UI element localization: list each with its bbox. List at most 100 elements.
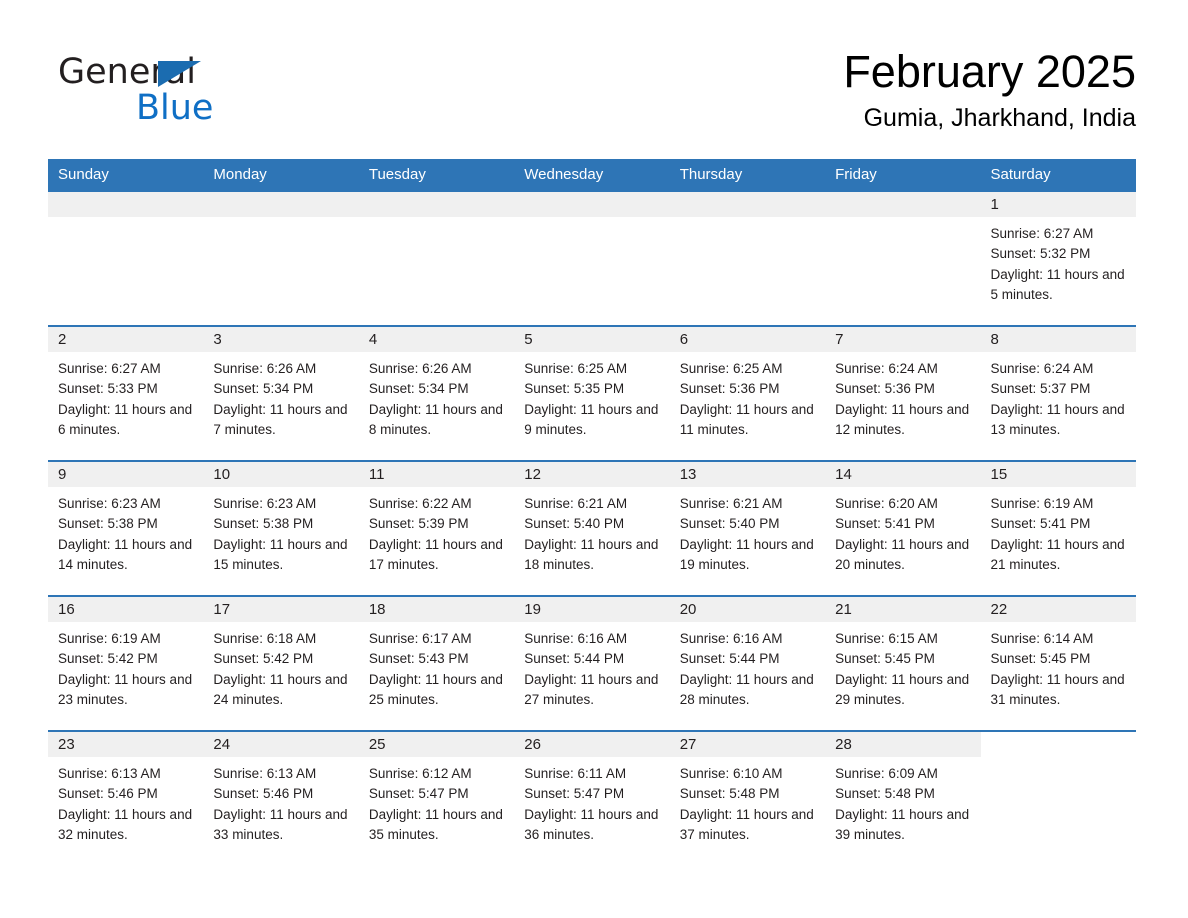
- calendar-day-cell[interactable]: 16 Sunrise: 6:19 AM Sunset: 5:42 PM Dayligh…: [48, 595, 204, 731]
- sunrise-text: Sunrise: 6:22 AM: [368, 496, 472, 511]
- day-details: Sunrise: 6:16 AM Sunset: 5:44 PM Daylight:…: [670, 622, 825, 710]
- weekday-header-monday: Monday: [203, 159, 359, 192]
- calendar-day-cell[interactable]: 25 Sunrise: 6:12 AM Sunset: 5:47 PM Dayligh…: [358, 730, 515, 865]
- day-details: Sunrise: 6:19 AM Sunset: 5:41 PM Daylight:…: [981, 487, 1136, 575]
- day-details: Sunrise: 6:14 AM Sunset: 5:45 PM Daylight:…: [981, 622, 1136, 710]
- calendar-day-cell[interactable]: 11 Sunrise: 6:22 AM Sunset: 5:39 PM Dayligh…: [358, 460, 515, 596]
- day-details: Sunrise: 6:26 AM Sunset: 5:34 PM Daylight:…: [359, 352, 514, 440]
- calendar-cell-empty: [514, 192, 670, 326]
- calendar-day-cell[interactable]: 23 Sunrise: 6:13 AM Sunset: 5:46 PM Dayligh…: [48, 730, 204, 865]
- sunset-text: Sunset: 5:48 PM: [835, 786, 935, 802]
- sunset-text: Sunset: 5:32 PM: [990, 246, 1091, 262]
- calendar-cell-empty: [203, 192, 359, 326]
- calendar-day-cell[interactable]: 13 Sunrise: 6:21 AM Sunset: 5:40 PM Dayligh…: [669, 460, 826, 596]
- day-number: 11: [358, 462, 515, 487]
- calendar-day-cell[interactable]: 7 Sunrise: 6:24 AM Sunset: 5:36 PM Daylight…: [825, 325, 981, 461]
- daylight-text: Daylight: 11 hours and 39 minutes.: [835, 806, 970, 842]
- calendar-week-row: 16 Sunrise: 6:19 AM Sunset: 5:42 PM Dayligh…: [48, 595, 1136, 731]
- calendar-day-cell[interactable]: 14 Sunrise: 6:20 AM Sunset: 5:41 PM Dayligh…: [825, 460, 981, 596]
- calendar-header-row: Sunday Monday Tuesday Wednesday Thursday…: [48, 159, 1136, 192]
- day-number: 10: [203, 462, 359, 487]
- calendar-day-cell[interactable]: 9 Sunrise: 6:23 AM Sunset: 5:38 PM Daylight…: [48, 460, 204, 596]
- calendar-cell-empty: [980, 730, 1136, 865]
- daylight-text: Daylight: 11 hours and 28 minutes.: [679, 671, 814, 707]
- calendar-day-cell[interactable]: 27 Sunrise: 6:10 AM Sunset: 5:48 PM Dayligh…: [669, 730, 826, 865]
- sunset-text: Sunset: 5:36 PM: [835, 381, 935, 397]
- sunset-text: Sunset: 5:35 PM: [524, 381, 625, 397]
- calendar-day-cell[interactable]: 6 Sunrise: 6:25 AM Sunset: 5:36 PM Daylight…: [669, 325, 826, 461]
- calendar-day-cell[interactable]: 10 Sunrise: 6:23 AM Sunset: 5:38 PM Dayligh…: [203, 460, 359, 596]
- weekday-header-tuesday: Tuesday: [358, 159, 515, 192]
- daylight-text: Daylight: 11 hours and 27 minutes.: [524, 671, 659, 707]
- calendar-day-cell[interactable]: 22 Sunrise: 6:14 AM Sunset: 5:45 PM Dayligh…: [980, 595, 1136, 731]
- sunrise-text: Sunrise: 6:16 AM: [679, 631, 783, 646]
- day-details: Sunrise: 6:12 AM Sunset: 5:47 PM Daylight:…: [359, 757, 514, 845]
- sunset-text: Sunset: 5:40 PM: [524, 516, 625, 532]
- day-number: [514, 192, 670, 217]
- sunset-text: Sunset: 5:41 PM: [990, 516, 1091, 532]
- calendar-day-cell[interactable]: 8 Sunrise: 6:24 AM Sunset: 5:37 PM Daylight…: [980, 325, 1136, 461]
- calendar-day-cell[interactable]: 15 Sunrise: 6:19 AM Sunset: 5:41 PM Dayligh…: [980, 460, 1136, 596]
- calendar-grid: Sunday Monday Tuesday Wednesday Thursday…: [48, 159, 1136, 865]
- day-number: 28: [825, 732, 981, 757]
- calendar-day-cell[interactable]: 3 Sunrise: 6:26 AM Sunset: 5:34 PM Daylight…: [203, 325, 359, 461]
- calendar-day-cell[interactable]: 24 Sunrise: 6:13 AM Sunset: 5:46 PM Dayligh…: [203, 730, 359, 865]
- calendar-day-cell[interactable]: 2 Sunrise: 6:27 AM Sunset: 5:33 PM Daylight…: [48, 325, 204, 461]
- weekday-header-thursday: Thursday: [669, 159, 826, 192]
- sunrise-text: Sunrise: 6:26 AM: [368, 361, 472, 376]
- daylight-text: Daylight: 11 hours and 11 minutes.: [679, 401, 814, 437]
- day-number: 4: [358, 327, 515, 352]
- sunset-text: Sunset: 5:38 PM: [213, 516, 314, 532]
- daylight-text: Daylight: 11 hours and 17 minutes.: [368, 536, 503, 572]
- daylight-text: Daylight: 11 hours and 8 minutes.: [368, 401, 503, 437]
- calendar-day-cell[interactable]: 26 Sunrise: 6:11 AM Sunset: 5:47 PM Dayligh…: [514, 730, 670, 865]
- calendar-day-cell[interactable]: 17 Sunrise: 6:18 AM Sunset: 5:42 PM Dayligh…: [203, 595, 359, 731]
- sunset-text: Sunset: 5:42 PM: [58, 651, 158, 667]
- day-details: Sunrise: 6:24 AM Sunset: 5:37 PM Daylight:…: [981, 352, 1136, 440]
- calendar-day-cell[interactable]: 28 Sunrise: 6:09 AM Sunset: 5:48 PM Dayligh…: [825, 730, 981, 865]
- daylight-text: Daylight: 11 hours and 21 minutes.: [990, 536, 1125, 572]
- day-details: Sunrise: 6:23 AM Sunset: 5:38 PM Daylight:…: [48, 487, 203, 575]
- daylight-text: Daylight: 11 hours and 31 minutes.: [990, 671, 1125, 707]
- sunrise-text: Sunrise: 6:25 AM: [524, 361, 628, 376]
- day-number: [358, 192, 515, 217]
- day-number: 23: [48, 732, 204, 757]
- location-subtitle: Gumia, Jharkhand, India: [863, 104, 1136, 132]
- sunset-text: Sunset: 5:47 PM: [368, 786, 469, 802]
- sunset-text: Sunset: 5:44 PM: [524, 651, 625, 667]
- weekday-header-friday: Friday: [825, 159, 981, 192]
- day-details: Sunrise: 6:21 AM Sunset: 5:40 PM Daylight:…: [670, 487, 825, 575]
- sunrise-text: Sunrise: 6:19 AM: [990, 496, 1094, 511]
- day-details: Sunrise: 6:09 AM Sunset: 5:48 PM Daylight:…: [825, 757, 980, 845]
- calendar-cell-empty: [825, 192, 981, 326]
- logo-triangle-icon: [158, 61, 201, 87]
- daylight-text: Daylight: 11 hours and 19 minutes.: [679, 536, 814, 572]
- calendar-day-cell[interactable]: 12 Sunrise: 6:21 AM Sunset: 5:40 PM Dayligh…: [514, 460, 670, 596]
- sunset-text: Sunset: 5:45 PM: [835, 651, 935, 667]
- daylight-text: Daylight: 11 hours and 37 minutes.: [679, 806, 814, 842]
- calendar-day-cell[interactable]: 5 Sunrise: 6:25 AM Sunset: 5:35 PM Daylight…: [514, 325, 670, 461]
- general-blue-logo[interactable]: General Blue: [58, 52, 318, 136]
- sunrise-text: Sunrise: 6:23 AM: [58, 496, 161, 511]
- day-details: Sunrise: 6:23 AM Sunset: 5:38 PM Daylight:…: [203, 487, 358, 575]
- page-header: General Blue February 2025 Gumia, Jharkh…: [48, 44, 1136, 144]
- calendar-day-cell[interactable]: 4 Sunrise: 6:26 AM Sunset: 5:34 PM Daylight…: [358, 325, 515, 461]
- sunrise-text: Sunrise: 6:13 AM: [58, 766, 161, 781]
- calendar-day-cell[interactable]: 1 Sunrise: 6:27 AM Sunset: 5:32 PM Daylight…: [980, 192, 1136, 326]
- calendar-day-cell[interactable]: 21 Sunrise: 6:15 AM Sunset: 5:45 PM Dayligh…: [825, 595, 981, 731]
- sunset-text: Sunset: 5:34 PM: [368, 381, 469, 397]
- calendar-day-cell[interactable]: 18 Sunrise: 6:17 AM Sunset: 5:43 PM Dayligh…: [358, 595, 515, 731]
- sunrise-text: Sunrise: 6:09 AM: [835, 766, 938, 781]
- calendar-day-cell[interactable]: 20 Sunrise: 6:16 AM Sunset: 5:44 PM Dayligh…: [669, 595, 826, 731]
- day-number: 17: [203, 597, 359, 622]
- day-details: Sunrise: 6:10 AM Sunset: 5:48 PM Daylight:…: [670, 757, 825, 845]
- day-number: 19: [514, 597, 670, 622]
- calendar-cell-empty: [358, 192, 515, 326]
- sunrise-text: Sunrise: 6:19 AM: [58, 631, 161, 646]
- daylight-text: Daylight: 11 hours and 5 minutes.: [990, 266, 1125, 302]
- sunset-text: Sunset: 5:36 PM: [679, 381, 780, 397]
- calendar-day-cell[interactable]: 19 Sunrise: 6:16 AM Sunset: 5:44 PM Dayligh…: [514, 595, 670, 731]
- sunrise-text: Sunrise: 6:21 AM: [524, 496, 628, 511]
- day-number: 8: [980, 327, 1136, 352]
- day-number: 18: [358, 597, 515, 622]
